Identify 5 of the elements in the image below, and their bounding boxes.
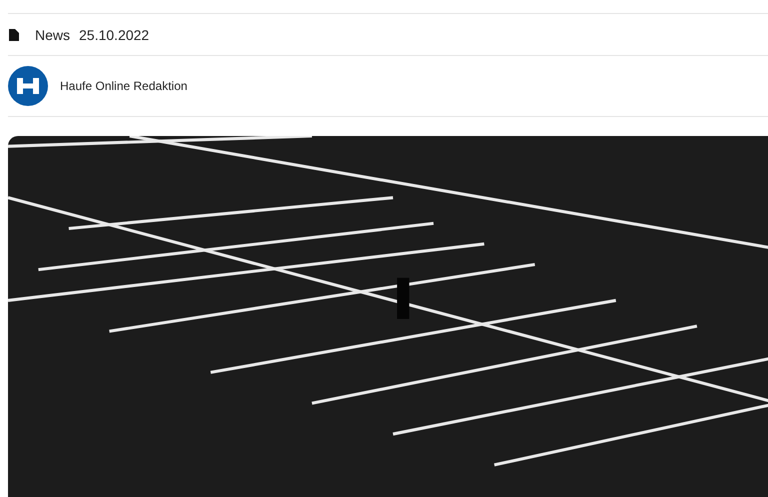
document-icon [9, 28, 19, 40]
article-type: News [35, 26, 70, 42]
article-date: 25.10.2022 [79, 26, 150, 42]
author-name: Haufe Online Redaktion [60, 79, 188, 93]
logo-icon [8, 66, 48, 106]
